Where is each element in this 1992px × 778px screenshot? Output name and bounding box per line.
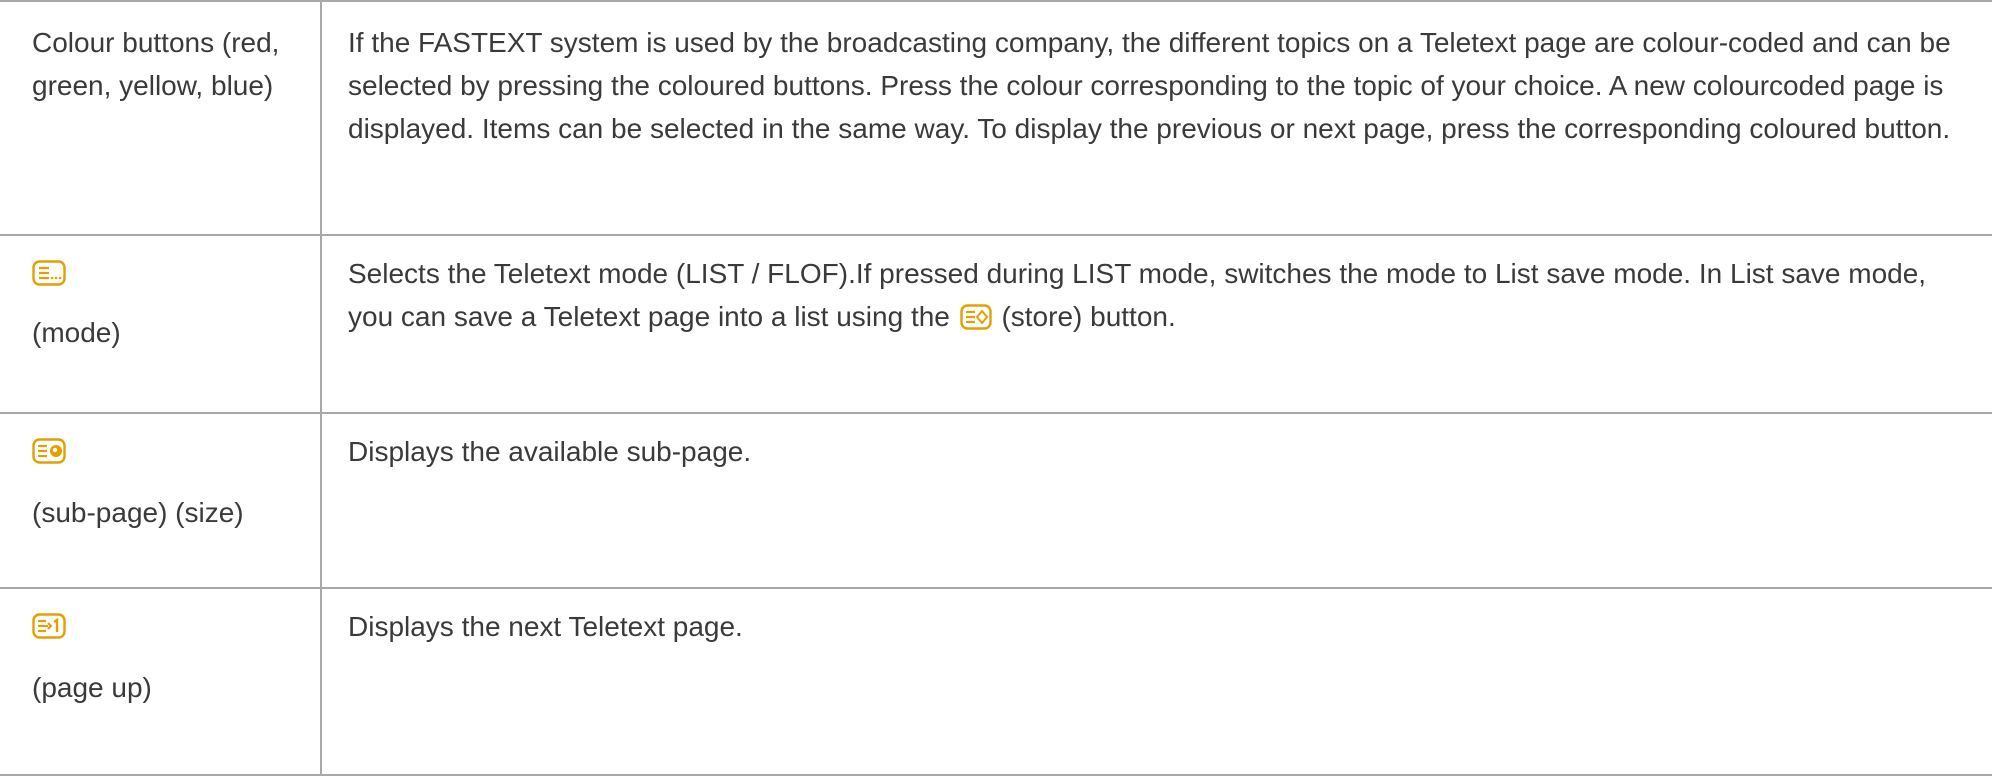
key-label-line: green, yellow, blue) bbox=[32, 70, 274, 101]
teletext-button-table: Colour buttons (red, green, yellow, blue… bbox=[0, 0, 1992, 776]
key-label: (sub-page) (size) bbox=[32, 497, 244, 528]
key-cell: Colour buttons (red, green, yellow, blue… bbox=[0, 2, 322, 234]
description-cell: Displays the available sub-page. bbox=[322, 414, 1992, 587]
description-cell: Displays the next Teletext page. bbox=[322, 589, 1992, 774]
description-text: Displays the next Teletext page. bbox=[348, 611, 743, 642]
description-cell: If the FASTEXT system is used by the bro… bbox=[322, 2, 1992, 234]
teletext-mode-icon bbox=[32, 259, 66, 286]
teletext-store-icon bbox=[959, 299, 992, 330]
table-row: (mode) Selects the Teletext mode (LIST /… bbox=[0, 236, 1992, 414]
teletext-page-up-icon bbox=[32, 612, 66, 639]
table-row: (sub-page) (size) Displays the available… bbox=[0, 414, 1992, 589]
table-row: (page up) Displays the next Teletext pag… bbox=[0, 589, 1992, 776]
teletext-subpage-icon bbox=[32, 437, 66, 464]
key-label: (page up) bbox=[32, 672, 152, 703]
description-text: (store) button. bbox=[1001, 301, 1176, 332]
key-label-line: Colour buttons (red, bbox=[32, 27, 280, 58]
description-cell: Selects the Teletext mode (LIST / FLOF).… bbox=[322, 236, 1992, 412]
key-label: (mode) bbox=[32, 317, 121, 348]
key-cell: (page up) bbox=[0, 589, 322, 774]
key-cell: (sub-page) (size) bbox=[0, 414, 322, 587]
key-cell: (mode) bbox=[0, 236, 322, 412]
description-text: If the FASTEXT system is used by the bro… bbox=[348, 27, 1951, 144]
table-row: Colour buttons (red, green, yellow, blue… bbox=[0, 2, 1992, 236]
description-text: Displays the available sub-page. bbox=[348, 436, 752, 467]
